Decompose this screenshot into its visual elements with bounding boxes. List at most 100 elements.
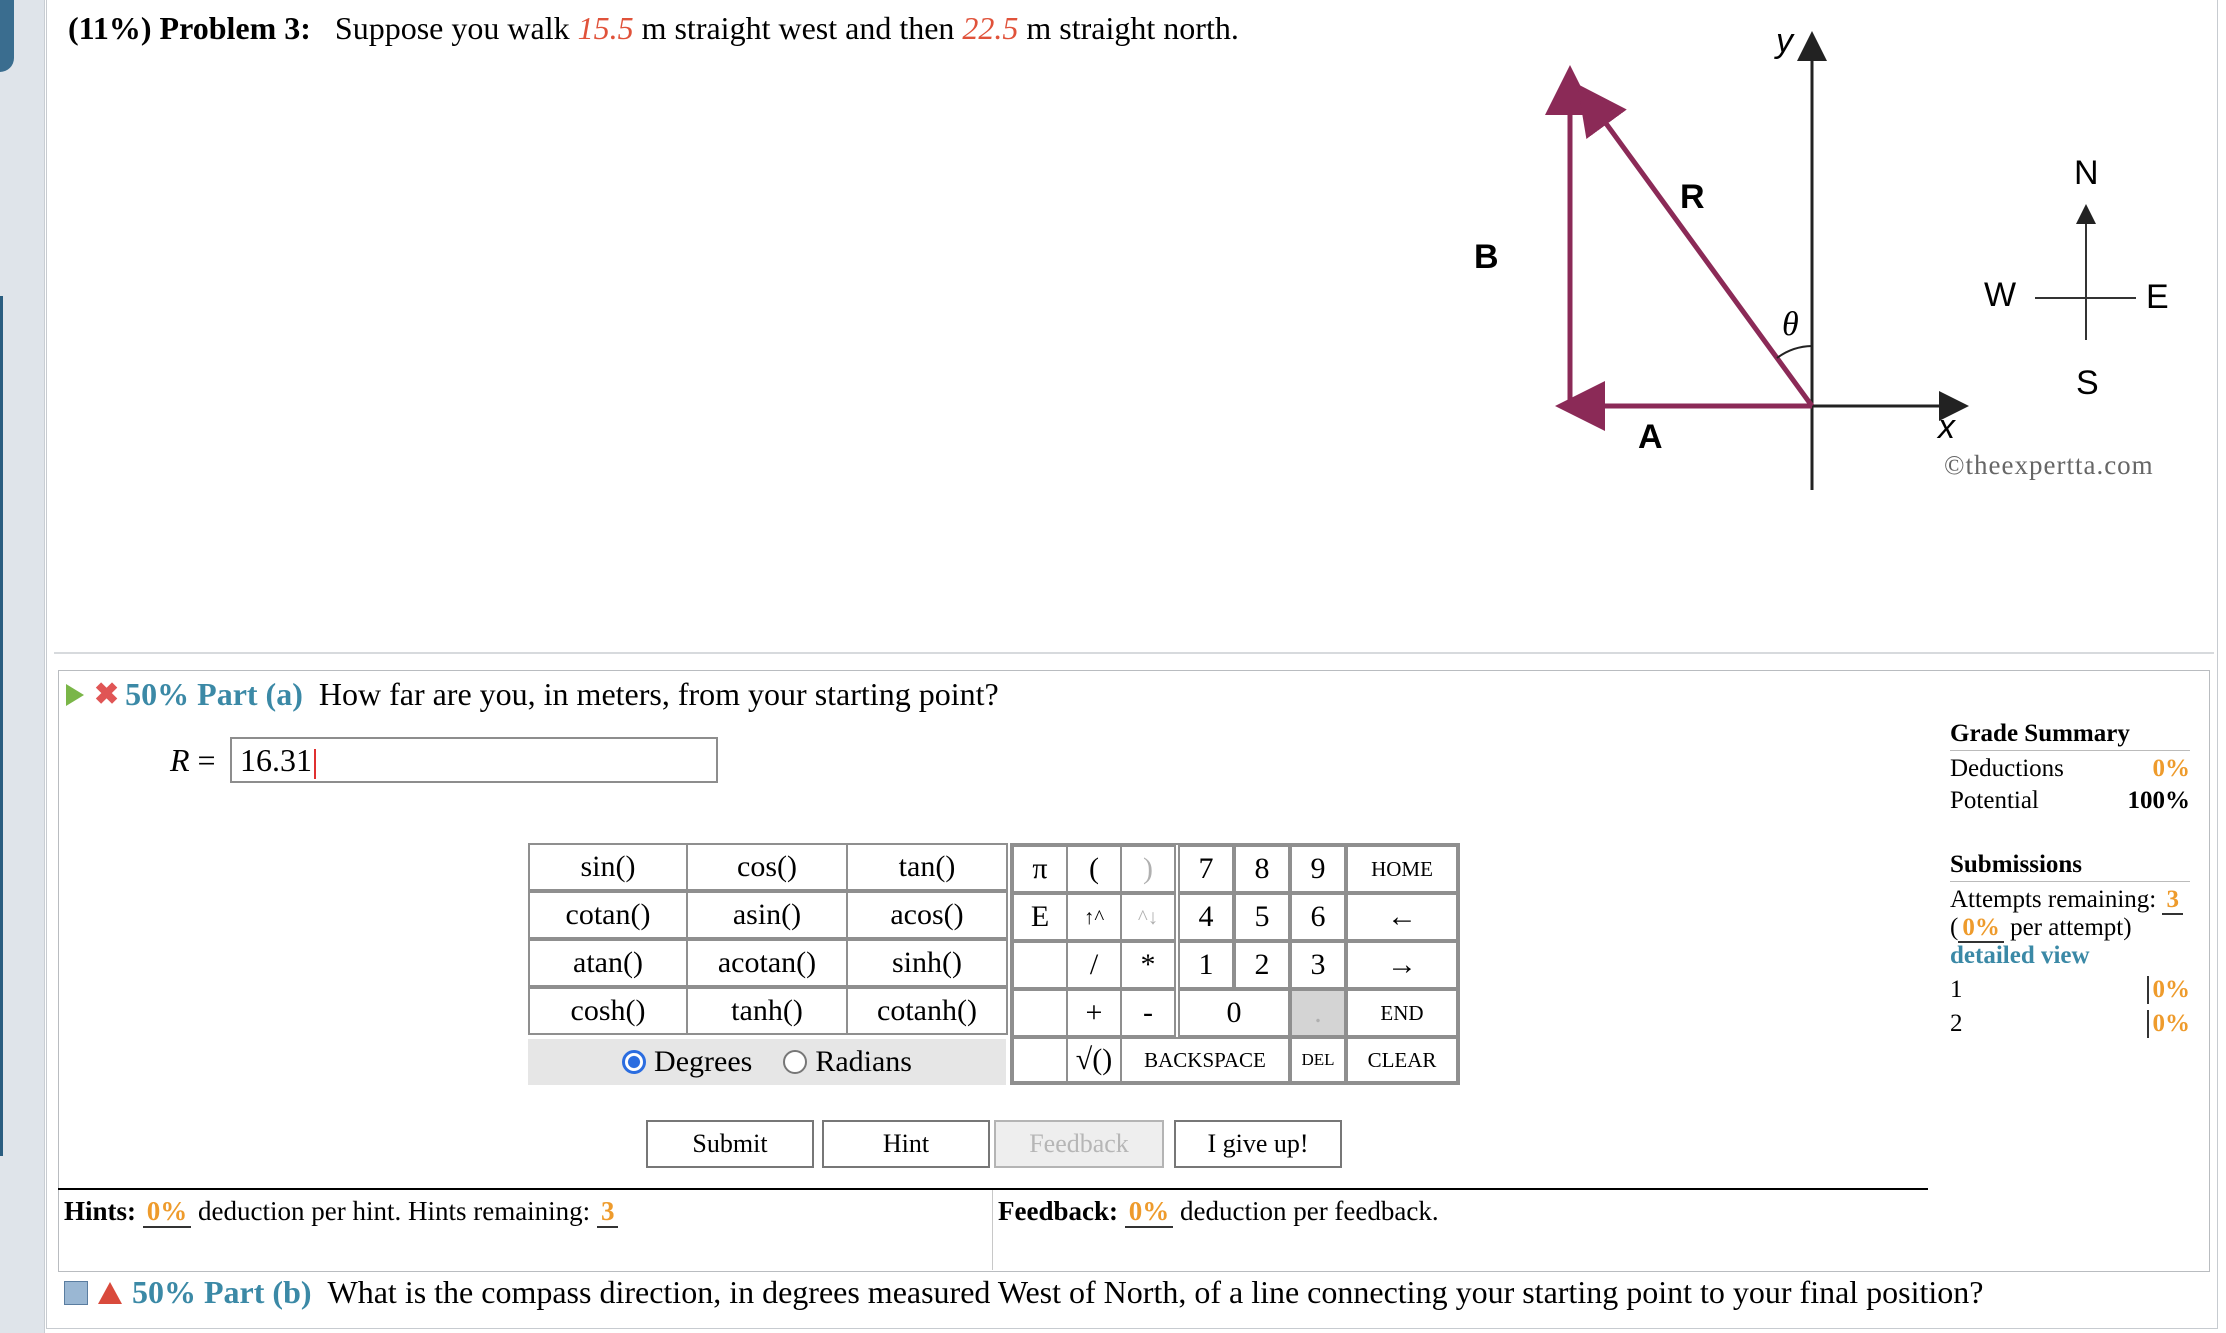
key-blank-3	[1012, 1037, 1068, 1083]
key-5[interactable]: 5	[1234, 893, 1290, 941]
detailed-view-link[interactable]: detailed view	[1950, 942, 2190, 970]
key-sinh[interactable]: sinh()	[846, 939, 1008, 987]
submission-value: 0%	[2146, 976, 2190, 1004]
key-acotan[interactable]: acotan()	[686, 939, 848, 987]
key-asin[interactable]: asin()	[686, 891, 848, 939]
key-acos[interactable]: acos()	[846, 891, 1008, 939]
play-icon[interactable]	[66, 683, 84, 706]
problem-text-after: m straight north.	[1026, 10, 1239, 46]
distance-north: 22.5	[962, 10, 1019, 46]
key-sqrt[interactable]: √()	[1066, 1037, 1122, 1083]
part-icon[interactable]	[64, 1280, 88, 1305]
answer-label: R =	[170, 742, 216, 779]
key-dot[interactable]: .	[1290, 989, 1346, 1037]
submission-row: 1 0%	[1950, 976, 2190, 1004]
key-down[interactable]: ^↓	[1120, 893, 1176, 941]
key-2[interactable]: 2	[1234, 941, 1290, 989]
grade-summary: Grade Summary Deductions 0% Potential 10…	[1950, 720, 2190, 1038]
section-divider	[54, 652, 2214, 654]
key-cotan[interactable]: cotan()	[528, 891, 688, 939]
key-home[interactable]: HOME	[1346, 845, 1458, 893]
key-9[interactable]: 9	[1290, 845, 1346, 893]
text-caret	[314, 748, 316, 779]
submit-button[interactable]: Submit	[646, 1120, 814, 1168]
hints-remaining: 3	[596, 1196, 619, 1228]
hints-label: Hints:	[64, 1196, 137, 1226]
feedback-button[interactable]: Feedback	[994, 1120, 1164, 1168]
key-e[interactable]: E	[1012, 893, 1068, 941]
part-a-name: Part (a)	[197, 676, 303, 712]
key-cos[interactable]: cos()	[686, 843, 848, 891]
label-r: R	[1680, 178, 1705, 216]
key-right[interactable]: →	[1346, 941, 1458, 989]
part-b-name: Part (b)	[204, 1274, 312, 1310]
key-pi[interactable]: π	[1012, 845, 1068, 893]
key-backspace[interactable]: BACKSPACE	[1120, 1037, 1290, 1083]
key-0[interactable]: 0	[1178, 989, 1290, 1037]
radians-radio[interactable]	[783, 1050, 808, 1074]
hint-button[interactable]: Hint	[822, 1120, 990, 1168]
key-multiply[interactable]: *	[1120, 941, 1176, 989]
key-clear[interactable]: CLEAR	[1346, 1037, 1458, 1083]
label-x: x	[1938, 408, 1955, 446]
submission-num: 2	[1950, 1010, 1963, 1037]
key-minus[interactable]: -	[1120, 989, 1176, 1037]
part-b-header: 50% Part (b) What is the compass directi…	[64, 1274, 1984, 1311]
answer-value: 16.31	[240, 742, 312, 778]
key-sin[interactable]: sin()	[528, 843, 688, 891]
degrees-radio[interactable]	[622, 1050, 647, 1074]
feedback-text: deduction per feedback.	[1179, 1196, 1439, 1226]
vector-r	[1577, 83, 1815, 408]
give-up-button[interactable]: I give up!	[1174, 1120, 1342, 1168]
incorrect-x-icon: ✖	[94, 678, 120, 711]
part-a-question: How far are you, in meters, from your st…	[318, 676, 999, 712]
answer-input[interactable]: 16.31	[230, 737, 718, 783]
part-a-header: ✖ 50% Part (a) How far are you, in meter…	[66, 676, 999, 713]
compass-e-label: E	[2146, 278, 2169, 316]
submissions-title: Submissions	[1950, 851, 2190, 882]
left-gutter	[0, 0, 45, 1333]
key-left[interactable]: ←	[1346, 893, 1458, 941]
key-tan[interactable]: tan()	[846, 843, 1008, 891]
key-4[interactable]: 4	[1178, 893, 1234, 941]
feedback-divider	[992, 1190, 993, 1270]
label-y: y	[1776, 22, 1793, 60]
gutter-tab[interactable]	[0, 0, 14, 72]
angle-mode-bar: Degrees Radians	[528, 1039, 1006, 1085]
per-attempt-value: 0%	[1958, 914, 2004, 943]
key-6[interactable]: 6	[1290, 893, 1346, 941]
attempts-label: Attempts remaining:	[1950, 886, 2157, 913]
key-7[interactable]: 7	[1178, 845, 1234, 893]
key-1[interactable]: 1	[1178, 941, 1234, 989]
problem-statement: (11%) Problem 3: Suppose you walk 15.5 m…	[68, 10, 1239, 47]
key-divide[interactable]: /	[1066, 941, 1122, 989]
key-end[interactable]: END	[1346, 989, 1458, 1037]
problem-text-middle: m straight west and then	[641, 10, 955, 46]
feedback-deduction: 0%	[1124, 1196, 1174, 1228]
key-tanh[interactable]: tanh()	[686, 987, 848, 1035]
potential-label: Potential	[1950, 787, 2039, 814]
part-b-weight: 50%	[132, 1274, 196, 1310]
hints-info: Hints: 0% deduction per hint. Hints rema…	[64, 1196, 619, 1228]
key-cosh[interactable]: cosh()	[528, 987, 688, 1035]
submission-value: 0%	[2146, 1010, 2190, 1038]
key-plus[interactable]: +	[1066, 989, 1122, 1037]
key-up[interactable]: ↑^	[1066, 893, 1122, 941]
key-close-paren[interactable]: )	[1120, 845, 1176, 893]
key-open-paren[interactable]: (	[1066, 845, 1122, 893]
deductions-value: 0%	[2152, 755, 2191, 782]
key-cotanh[interactable]: cotanh()	[846, 987, 1008, 1035]
key-blank-2	[1012, 989, 1068, 1037]
key-3[interactable]: 3	[1290, 941, 1346, 989]
problem-label: Problem 3:	[159, 10, 311, 46]
gutter-indicator	[0, 296, 3, 1156]
submission-row: 2 0%	[1950, 1010, 2190, 1038]
key-atan[interactable]: atan()	[528, 939, 688, 987]
label-theta: θ	[1782, 306, 1799, 343]
vector-diagram	[1545, 31, 2136, 490]
label-a: A	[1638, 418, 1663, 456]
feedback-info: Feedback: 0% deduction per feedback.	[998, 1196, 1439, 1228]
key-del[interactable]: DEL	[1290, 1037, 1346, 1083]
radians-label: Radians	[815, 1045, 912, 1078]
key-8[interactable]: 8	[1234, 845, 1290, 893]
